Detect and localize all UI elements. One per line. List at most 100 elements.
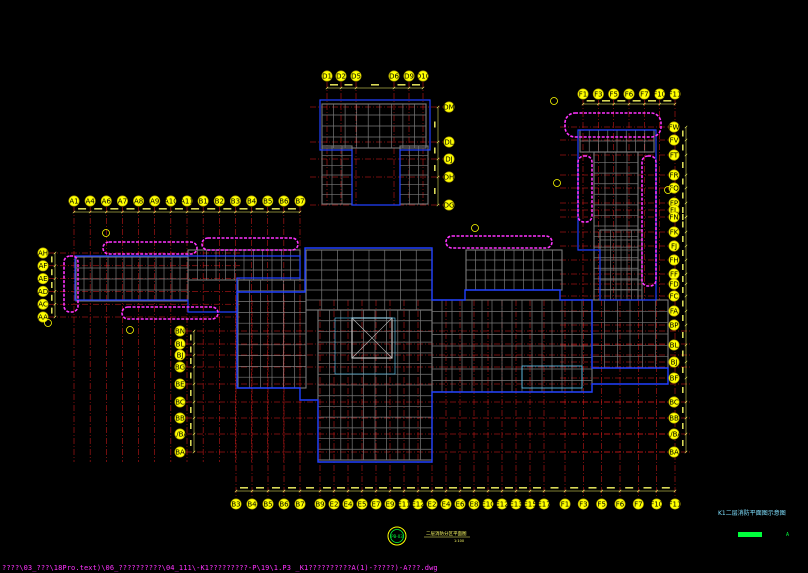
bubble-label: F7	[634, 500, 642, 508]
bubble-label: D1	[322, 72, 332, 80]
bubble-label: DM	[443, 103, 454, 111]
dim-text-mark	[682, 178, 684, 185]
legend-mark: A	[786, 532, 790, 538]
axis-bubble-r-1: FV	[668, 134, 680, 146]
bubble-label: BA	[669, 448, 679, 456]
axis-bubble-tl-7: A11	[180, 195, 194, 207]
dim-text-mark	[602, 100, 610, 102]
axis-bubble-b-9: E7	[370, 498, 382, 510]
dim-text-mark	[449, 487, 457, 489]
axis-bubble-b-1: B4	[246, 498, 258, 510]
dim-text-mark	[682, 214, 684, 220]
bubble-label: E15	[523, 500, 536, 508]
dim-text-mark	[397, 84, 406, 86]
dim-text-mark	[477, 487, 485, 489]
axis-bubble-tr-3: F6	[623, 88, 635, 100]
dim-text-mark	[588, 487, 597, 489]
dim-text-mark	[78, 208, 87, 210]
dim-text-mark	[351, 487, 359, 489]
bubble-label: E6	[456, 500, 465, 508]
bubble-label: B7	[295, 197, 304, 205]
axis-bubble-r-8: FK	[668, 226, 680, 238]
axis-bubble-r-11: FF	[668, 268, 680, 280]
dim-text-mark	[682, 407, 684, 413]
bubble-label: A11	[180, 197, 194, 205]
dim-text-mark	[682, 315, 684, 321]
bubble-label: F11	[669, 500, 682, 508]
dim-text-mark	[174, 208, 183, 210]
dim-text-mark	[271, 208, 280, 210]
bubble-label: DL	[444, 138, 453, 146]
dim-text-mark	[682, 387, 684, 393]
bubble-label: BJ	[671, 358, 678, 366]
title-block-text: K1二层消防平面图示意图	[718, 510, 786, 517]
dim-text-mark	[371, 84, 379, 86]
dim-text-mark	[606, 487, 615, 489]
bubble-label: B1	[199, 197, 208, 205]
axis-bubble-mr-3: DH	[443, 171, 455, 183]
bubble-label: FT	[670, 151, 679, 159]
dim-text-mark	[393, 487, 401, 489]
bubble-label: F7	[640, 90, 648, 98]
bubble-label: BN	[175, 327, 185, 335]
bubble-label: FW	[669, 123, 680, 131]
dim-text-mark	[533, 487, 541, 489]
axis-bubble-b-4: B7	[294, 498, 306, 510]
bubble-label: D6	[389, 72, 399, 80]
dim-text-mark	[126, 208, 135, 210]
bubble-label: A10	[164, 197, 178, 205]
dim-text-mark	[223, 208, 232, 210]
bubble-label: E10	[481, 500, 494, 508]
dim-text-mark	[463, 487, 471, 489]
dim-text-mark	[207, 208, 216, 210]
dim-text-mark	[682, 350, 684, 357]
axis-bubble-tl-3: A7	[116, 195, 128, 207]
dim-text-mark	[51, 269, 53, 276]
axis-bubble-b-12: E12	[411, 498, 425, 510]
bubble-label: AC	[38, 301, 48, 309]
axis-bubble-ll-0: BN	[174, 325, 186, 337]
bubble-label: FJ	[671, 242, 677, 250]
axis-bubble-tl-14: B7	[294, 195, 306, 207]
dim-text-mark	[682, 276, 684, 282]
axis-bubble-b-18: E12	[495, 498, 509, 510]
bubble-label: F10	[650, 500, 663, 508]
axis-bubble-tl-4: A8	[133, 195, 145, 207]
axis-bubble-tl-11: B4	[246, 195, 258, 207]
bubble-label: E2	[330, 500, 339, 508]
dim-text-mark	[323, 487, 331, 489]
dim-text-mark	[190, 334, 192, 341]
bubble-label: B9	[315, 500, 324, 508]
axis-bubble-b-24: F5	[596, 498, 608, 510]
dim-text-mark	[379, 487, 387, 489]
bubble-label: B3	[231, 500, 240, 508]
axis-bubble-b-0: B3	[230, 498, 242, 510]
dim-text-mark	[407, 487, 415, 489]
bubble-label: FH	[669, 256, 678, 264]
bubble-label: BF	[670, 374, 679, 382]
axis-bubble-r-13: FC	[668, 290, 680, 302]
dim-text-mark	[344, 84, 353, 86]
bubble-label: E7	[372, 500, 381, 508]
dim-text-mark	[519, 487, 527, 489]
bubble-label: F10	[653, 90, 666, 98]
bubble-label: BP	[669, 321, 678, 329]
axis-bubble-b-25: F6	[614, 498, 626, 510]
axis-bubble-ll-5: BC	[174, 396, 186, 408]
axis-bubble-b-5: B9	[314, 498, 326, 510]
axis-bubble-b-2: B5	[262, 498, 274, 510]
bubble-label: E13	[509, 500, 522, 508]
bubble-label: F5	[609, 90, 617, 98]
axis-bubble-ll-7: 1/BA	[172, 428, 188, 440]
bubble-label: D9	[404, 72, 414, 80]
axis-bubble-b-28: F11	[669, 498, 682, 510]
dim-text-mark	[190, 390, 192, 396]
dim-text-mark	[643, 487, 652, 489]
axis-bubble-b-8: E5	[356, 498, 368, 510]
bubble-label: D10	[416, 72, 430, 80]
bubble-label: B4	[247, 197, 257, 205]
dim-text-mark	[625, 487, 634, 489]
bubble-label: F1	[561, 500, 569, 508]
bubble-label: B7	[295, 500, 304, 508]
bubble-label: A6	[102, 197, 112, 205]
